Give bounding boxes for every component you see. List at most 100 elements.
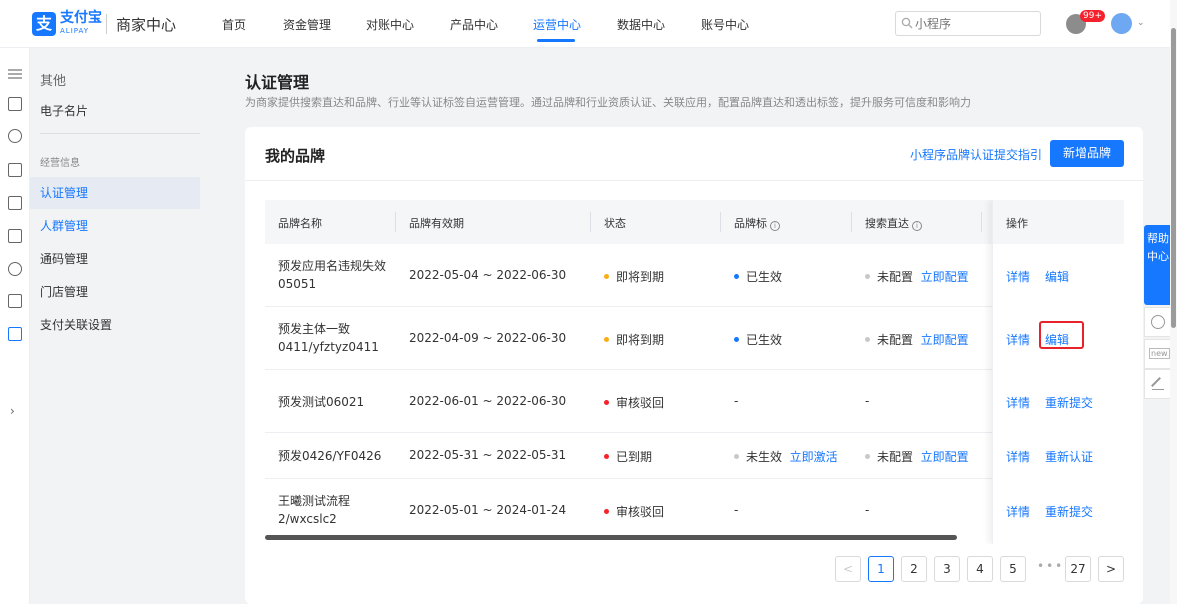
- compass-icon[interactable]: [8, 129, 22, 143]
- nav-account[interactable]: 账号中心: [701, 16, 749, 33]
- brand-name-line1: 预发0426/YF0426: [278, 449, 382, 463]
- pen-icon: [1152, 378, 1164, 390]
- validity-cell: 2022-05-04 ~ 2022-06-30: [409, 268, 567, 282]
- nav-products[interactable]: 产品中心: [450, 16, 498, 33]
- brand-name-line1: 预发应用名违规失效: [278, 259, 387, 273]
- col-brand-mark-label: 品牌标: [734, 217, 767, 230]
- sidebar-group-label: 经营信息: [40, 158, 80, 169]
- table-scrollbar-thumb[interactable]: [265, 535, 957, 540]
- document-icon[interactable]: [8, 163, 22, 177]
- brand-name-line1: 王曦测试流程: [278, 494, 351, 508]
- status-cell: 审核驳回: [604, 503, 664, 520]
- info-icon[interactable]: i: [770, 221, 780, 231]
- sidebar-item-stores[interactable]: 门店管理: [30, 276, 200, 308]
- brand-mark-cell: -: [734, 503, 739, 517]
- validity-cell: 2022-05-01 ~ 2024-01-24: [409, 503, 567, 517]
- bag-icon[interactable]: [8, 196, 22, 210]
- chevron-down-icon[interactable]: ⌄: [1137, 18, 1145, 28]
- page-1-button[interactable]: 1: [868, 556, 894, 582]
- status-dot: [865, 454, 870, 459]
- status-dot: [734, 337, 739, 342]
- detail-link[interactable]: 详情: [1006, 268, 1030, 285]
- table-scrollbar[interactable]: [265, 535, 1124, 541]
- page-description: 为商家提供搜索直达和品牌、行业等认证标签自运营管理。通过品牌和行业资质认证、关联…: [245, 96, 971, 109]
- nav-home[interactable]: 首页: [222, 16, 246, 33]
- search-input[interactable]: [915, 15, 1035, 32]
- validity-cell: 2022-06-01 ~ 2022-06-30: [409, 394, 567, 408]
- detail-link[interactable]: 详情: [1006, 394, 1030, 411]
- activate-link[interactable]: 立即激活: [790, 450, 838, 464]
- list-icon[interactable]: [8, 229, 22, 243]
- configure-link[interactable]: 立即配置: [921, 333, 969, 347]
- detail-link[interactable]: 详情: [1006, 331, 1030, 348]
- status-dot: [734, 454, 739, 459]
- status-dot: [604, 454, 609, 459]
- col-divider: [590, 212, 591, 232]
- prev-page-button[interactable]: <: [835, 556, 861, 582]
- brand-mark-cell: -: [734, 394, 739, 408]
- resubmit-link[interactable]: 重新提交: [1045, 394, 1093, 411]
- nav-reconciliation[interactable]: 对账中心: [366, 16, 414, 33]
- chevron-right-icon[interactable]: ›: [10, 404, 15, 418]
- brand-mark-text: 未生效: [746, 450, 783, 464]
- edit-link[interactable]: 编辑: [1045, 268, 1069, 285]
- status-text: 即将到期: [616, 333, 665, 347]
- detail-link[interactable]: 详情: [1006, 503, 1030, 520]
- submission-guide-link[interactable]: 小程序品牌认证提交指引: [910, 146, 1042, 163]
- sidebar-section-title: 其他: [40, 74, 67, 89]
- search-icon: [901, 17, 913, 29]
- feedback-button[interactable]: [1144, 369, 1172, 399]
- status-text: 已到期: [616, 450, 653, 464]
- search-cell: -: [865, 503, 870, 517]
- whats-new-button[interactable]: new: [1144, 339, 1172, 369]
- sidebar-item-payment-link[interactable]: 支付关联设置: [30, 309, 200, 341]
- alipay-logo-icon[interactable]: 支: [32, 12, 56, 36]
- next-page-button[interactable]: >: [1098, 556, 1124, 582]
- wallet-icon[interactable]: [8, 294, 22, 308]
- col-search: 搜索直达 i: [865, 215, 922, 231]
- validity-cell: 2022-04-09 ~ 2022-06-30: [409, 331, 567, 345]
- sidebar-item-certification[interactable]: 认证管理: [30, 177, 200, 209]
- new-icon: new: [1149, 348, 1170, 359]
- search-text: 未配置: [877, 270, 914, 284]
- recertify-link[interactable]: 重新认证: [1045, 448, 1093, 465]
- nav-funds[interactable]: 资金管理: [283, 16, 331, 33]
- nav-data[interactable]: 数据中心: [617, 16, 665, 33]
- status-dot: [865, 337, 870, 342]
- sidebar-item-code[interactable]: 通码管理: [30, 243, 200, 275]
- page-3-button[interactable]: 3: [934, 556, 960, 582]
- dashboard-icon[interactable]: [8, 97, 22, 111]
- sidebar-item-audience[interactable]: 人群管理: [30, 210, 200, 242]
- brand-name-line1: 预发主体一致: [278, 322, 351, 336]
- status-text: 审核驳回: [616, 505, 665, 519]
- configure-link[interactable]: 立即配置: [921, 450, 969, 464]
- nav-active-indicator: [537, 39, 575, 42]
- search-cell: -: [865, 394, 870, 408]
- search-box[interactable]: [895, 11, 1041, 36]
- customer-service-button[interactable]: [1144, 307, 1172, 337]
- status-dot: [604, 400, 609, 405]
- page-last-button[interactable]: 27: [1065, 556, 1091, 582]
- help-center-tab[interactable]: 帮助中心: [1144, 225, 1172, 305]
- configure-link[interactable]: 立即配置: [921, 270, 969, 284]
- sidebar-item-business-card[interactable]: 电子名片: [30, 95, 200, 127]
- menu-icon[interactable]: [8, 69, 22, 79]
- info-icon[interactable]: i: [912, 221, 922, 231]
- resubmit-link[interactable]: 重新提交: [1045, 503, 1093, 520]
- logo-subtext: ALIPAY: [60, 27, 90, 35]
- target-icon[interactable]: [8, 262, 22, 276]
- detail-link[interactable]: 详情: [1006, 448, 1030, 465]
- brand-name-line2: 0411/yfztyz0411: [278, 340, 379, 354]
- add-brand-button[interactable]: 新增品牌: [1050, 140, 1124, 167]
- col-brand-mark: 品牌标 i: [734, 215, 780, 231]
- operations-icon[interactable]: [8, 327, 22, 341]
- page-scrollbar-thumb[interactable]: [1171, 28, 1176, 328]
- nav-operations[interactable]: 运营中心: [533, 16, 581, 33]
- avatar[interactable]: [1111, 13, 1132, 34]
- col-divider: [395, 212, 396, 232]
- search-cell: 未配置 立即配置: [865, 268, 969, 285]
- page-4-button[interactable]: 4: [967, 556, 993, 582]
- pagination-ellipsis[interactable]: •••: [1037, 559, 1064, 573]
- page-2-button[interactable]: 2: [901, 556, 927, 582]
- page-5-button[interactable]: 5: [1000, 556, 1026, 582]
